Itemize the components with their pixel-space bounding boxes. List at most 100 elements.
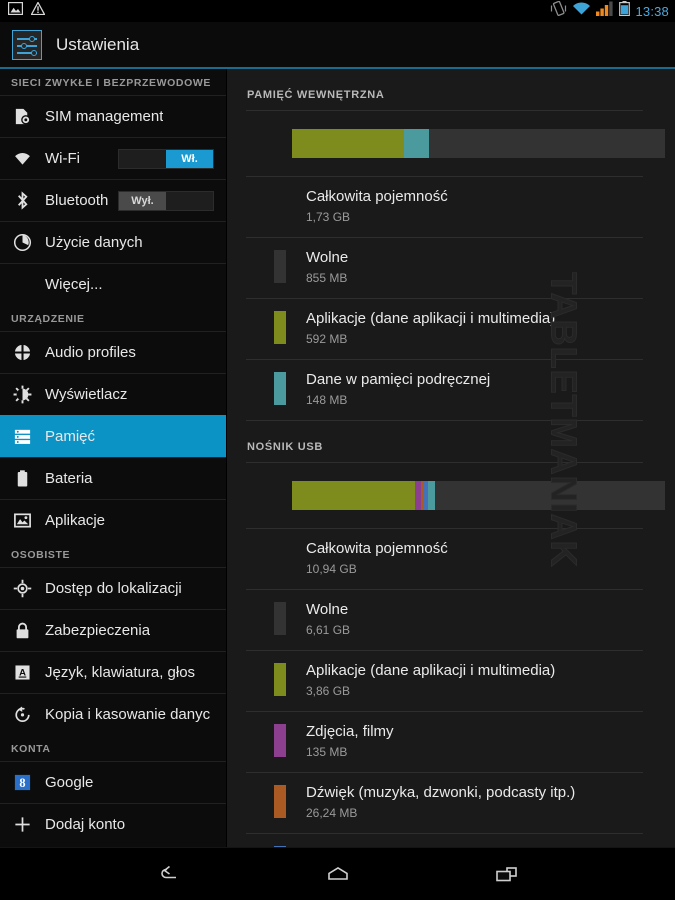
storage-row[interactable]: Zdjęcia, filmy135 MB <box>246 712 643 773</box>
storage-row[interactable]: Dźwięk (muzyka, dzwonki, podcasty itp.)2… <box>246 773 643 834</box>
status-bar-notifications <box>0 2 45 20</box>
toggle-bluetooth[interactable]: Wył. <box>118 191 214 211</box>
storage-color-swatch <box>274 785 286 818</box>
sidebar-item-label: Kopia i kasowanie danyc <box>45 706 210 723</box>
sidebar-item-zabezpieczenia[interactable]: Zabezpieczenia <box>0 609 226 651</box>
sidebar-item-pamięć[interactable]: Pamięć <box>0 415 226 457</box>
storage-row-text: Zdjęcia, filmy135 MB <box>306 723 394 761</box>
sidebar-section-header: URZĄDZENIE <box>0 305 226 331</box>
sidebar-item-label: Aplikacje <box>45 512 105 529</box>
lock-icon <box>11 621 33 640</box>
vibrate-icon <box>550 1 567 21</box>
sidebar-item-label: Wi-Fi <box>45 150 80 167</box>
storage-row-value: 148 MB <box>306 391 490 409</box>
storage-usage-bar <box>292 481 665 510</box>
settings-sidebar[interactable]: SIECI ZWYKŁE I BEZPRZEWODOWESIM manageme… <box>0 69 227 847</box>
storage-row[interactable]: Aplikacje (dane aplikacji i multimedia)3… <box>246 651 643 712</box>
storage-row-value: 6,61 GB <box>306 621 350 639</box>
content-area: SIECI ZWYKŁE I BEZPRZEWODOWESIM manageme… <box>0 69 675 847</box>
storage-bar-segment <box>404 129 429 158</box>
status-bar-system-icons: 13:38 <box>550 1 675 21</box>
status-bar-clock: 13:38 <box>635 4 669 19</box>
sidebar-item-label: Użycie danych <box>45 234 143 251</box>
home-button[interactable] <box>310 855 366 893</box>
sidebar-item-użycie-danych[interactable]: Użycie danych <box>0 221 226 263</box>
storage-row-value: 1,73 GB <box>306 208 448 226</box>
storage-row-text: Aplikacje (dane aplikacji i multimedia)3… <box>306 662 555 700</box>
sidebar-item-label: Język, klawiatura, głos <box>45 664 195 681</box>
storage-panel[interactable]: PAMIĘĆ WEWNĘTRZNACałkowita pojemność1,73… <box>227 69 675 847</box>
back-button[interactable] <box>142 855 198 893</box>
sidebar-item-bluetooth[interactable]: Bluetooth Wył. <box>0 179 226 221</box>
sidebar-section-header: OSOBISTE <box>0 541 226 567</box>
wifi-icon <box>572 1 591 21</box>
battery-icon <box>11 469 33 488</box>
warning-icon <box>31 2 45 20</box>
sidebar-item-dostęp-do-lokalizacji[interactable]: Dostęp do lokalizacji <box>0 567 226 609</box>
keyboard-letter-a-icon: A <box>11 663 33 682</box>
image-icon <box>8 2 23 20</box>
sidebar-item-label: Bluetooth <box>45 192 108 209</box>
storage-row-value: 3,86 GB <box>306 682 555 700</box>
storage-color-swatch <box>274 311 286 344</box>
toggle-half-left[interactable]: Wył. <box>119 192 166 210</box>
settings-sliders-icon <box>12 30 42 60</box>
sidebar-item-sim-management[interactable]: SIM management <box>0 95 226 137</box>
storage-row[interactable]: Pobrane24,00 KB <box>246 834 643 847</box>
storage-row-text: Wolne6,61 GB <box>306 601 350 639</box>
sidebar-item-label: Audio profiles <box>45 344 136 361</box>
toggle-half-left[interactable] <box>119 150 166 168</box>
storage-usage-bar-container <box>246 111 643 177</box>
storage-row[interactable]: Aplikacje (dane aplikacji i multimedia)5… <box>246 299 643 360</box>
apps-image-icon <box>11 511 33 530</box>
cellular-signal-icon <box>596 1 614 21</box>
sidebar-item-google[interactable]: 8Google <box>0 761 226 803</box>
storage-row[interactable]: Całkowita pojemność 10,94 GB <box>246 529 643 590</box>
toggle-half-right[interactable] <box>166 192 213 210</box>
storage-color-swatch <box>274 602 286 635</box>
storage-row-title: Całkowita pojemność <box>306 188 448 206</box>
data-usage-pie-icon <box>11 233 33 252</box>
storage-usage-bar-container <box>246 463 643 529</box>
storage-row[interactable]: Całkowita pojemność 1,73 GB <box>246 177 643 238</box>
storage-row[interactable]: Wolne855 MB <box>246 238 643 299</box>
system-navigation-bar[interactable] <box>0 847 675 900</box>
sidebar-item-wyświetlacz[interactable]: Wyświetlacz <box>0 373 226 415</box>
backup-restore-icon <box>11 705 33 724</box>
storage-row-title: Całkowita pojemność <box>306 540 448 558</box>
storage-row-value: 592 MB <box>306 330 555 348</box>
bluetooth-icon <box>11 191 33 210</box>
storage-row[interactable]: Wolne6,61 GB <box>246 590 643 651</box>
sidebar-item-dodaj-konto[interactable]: Dodaj konto <box>0 803 226 845</box>
display-brightness-icon <box>11 385 33 404</box>
battery-icon <box>619 1 630 21</box>
sidebar-item-wi-fi[interactable]: Wi-Fi Wł. <box>0 137 226 179</box>
sidebar-item-więcej[interactable]: Więcej... <box>0 263 226 305</box>
sidebar-item-label: Wyświetlacz <box>45 386 127 403</box>
sidebar-item-bateria[interactable]: Bateria <box>0 457 226 499</box>
audio-profiles-icon <box>11 343 33 362</box>
storage-bar-segment <box>292 481 415 510</box>
storage-bar-segment <box>292 129 404 158</box>
storage-row-title: Wolne <box>306 249 348 267</box>
recents-button[interactable] <box>478 855 534 893</box>
sidebar-item-aplikacje[interactable]: Aplikacje <box>0 499 226 541</box>
storage-bar-segment <box>428 481 434 510</box>
sidebar-item-label: Bateria <box>45 470 93 487</box>
sidebar-item-język-klawiatura-głos[interactable]: A Język, klawiatura, głos <box>0 651 226 693</box>
toggle-wi-fi[interactable]: Wł. <box>118 149 214 169</box>
toggle-half-right[interactable]: Wł. <box>166 150 213 168</box>
storage-row-text: Całkowita pojemność 10,94 GB <box>306 540 448 578</box>
storage-row[interactable]: Dane w pamięci podręcznej148 MB <box>246 360 643 421</box>
sidebar-item-label: Google <box>45 774 93 791</box>
sidebar-item-audio-profiles[interactable]: Audio profiles <box>0 331 226 373</box>
sidebar-item-kopia-i-kasowanie-danyc[interactable]: Kopia i kasowanie danyc <box>0 693 226 735</box>
wifi-icon <box>11 149 33 168</box>
page-title: Ustawienia <box>56 35 139 55</box>
storage-color-swatch <box>274 372 286 405</box>
location-crosshair-icon <box>11 579 33 598</box>
sidebar-item-label: Więcej... <box>45 276 103 293</box>
storage-row-text: Aplikacje (dane aplikacji i multimedia)5… <box>306 310 555 348</box>
storage-row-value: 26,24 MB <box>306 804 575 822</box>
storage-row-value: 10,94 GB <box>306 560 448 578</box>
